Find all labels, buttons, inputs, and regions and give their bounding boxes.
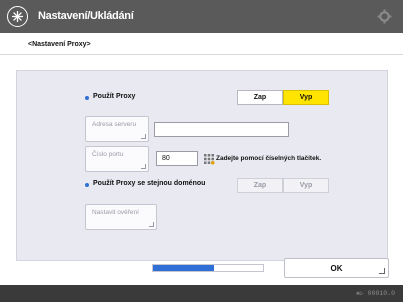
server-address-label: Adresa serveru <box>92 121 137 128</box>
same-domain-label: Použít Proxy se stejnou doménou <box>93 180 206 187</box>
gear-icon[interactable] <box>377 9 392 24</box>
auth-settings-label: Nastavit ověření <box>92 209 139 216</box>
ok-button[interactable]: OK <box>284 258 389 278</box>
numeric-keypad-icon <box>203 153 215 165</box>
server-address-field[interactable] <box>154 122 289 137</box>
bullet-icon <box>85 183 89 187</box>
title-bar: Nastavení/Ukládání <box>0 0 403 33</box>
corner-arrow-icon <box>149 222 154 227</box>
settings-panel: Použít Proxy Zap Vyp Adresa serveru Čísl… <box>16 70 388 261</box>
status-text: ❖▷ 00010.0 <box>355 290 395 297</box>
corner-arrow-icon <box>379 268 385 274</box>
auth-settings-button[interactable]: Nastavit ověření <box>85 204 157 230</box>
server-address-button[interactable]: Adresa serveru <box>85 116 149 142</box>
same-domain-on-button[interactable]: Zap <box>237 178 283 193</box>
port-number-field[interactable]: 80 <box>156 151 198 166</box>
page-title: Nastavení/Ukládání <box>38 10 134 22</box>
status-bar: ❖▷ 00010.0 <box>0 285 403 302</box>
port-number-label: Číslo portu <box>92 151 124 158</box>
use-proxy-off-button[interactable]: Vyp <box>283 90 329 105</box>
ok-label: OK <box>330 263 343 273</box>
use-proxy-toggle: Zap Vyp <box>237 90 329 105</box>
use-proxy-on-button[interactable]: Zap <box>237 90 283 105</box>
port-number-button[interactable]: Číslo portu <box>85 146 149 172</box>
corner-arrow-icon <box>141 134 146 139</box>
progress-bar <box>152 264 264 272</box>
bullet-icon <box>85 96 89 100</box>
same-domain-off-button[interactable]: Vyp <box>283 178 329 193</box>
progress-fill <box>153 265 214 271</box>
corner-arrow-icon <box>141 164 146 169</box>
use-proxy-label: Použít Proxy <box>93 93 136 100</box>
same-domain-toggle: Zap Vyp <box>237 178 329 193</box>
breadcrumb-bar: <Nastavení Proxy> <box>0 33 403 55</box>
breadcrumb: <Nastavení Proxy> <box>28 41 91 48</box>
main-area: Použít Proxy Zap Vyp Adresa serveru Čísl… <box>0 55 403 285</box>
menu-icon[interactable] <box>7 6 28 27</box>
port-hint-text: Zadejte pomocí číselných tlačítek. <box>216 155 322 162</box>
